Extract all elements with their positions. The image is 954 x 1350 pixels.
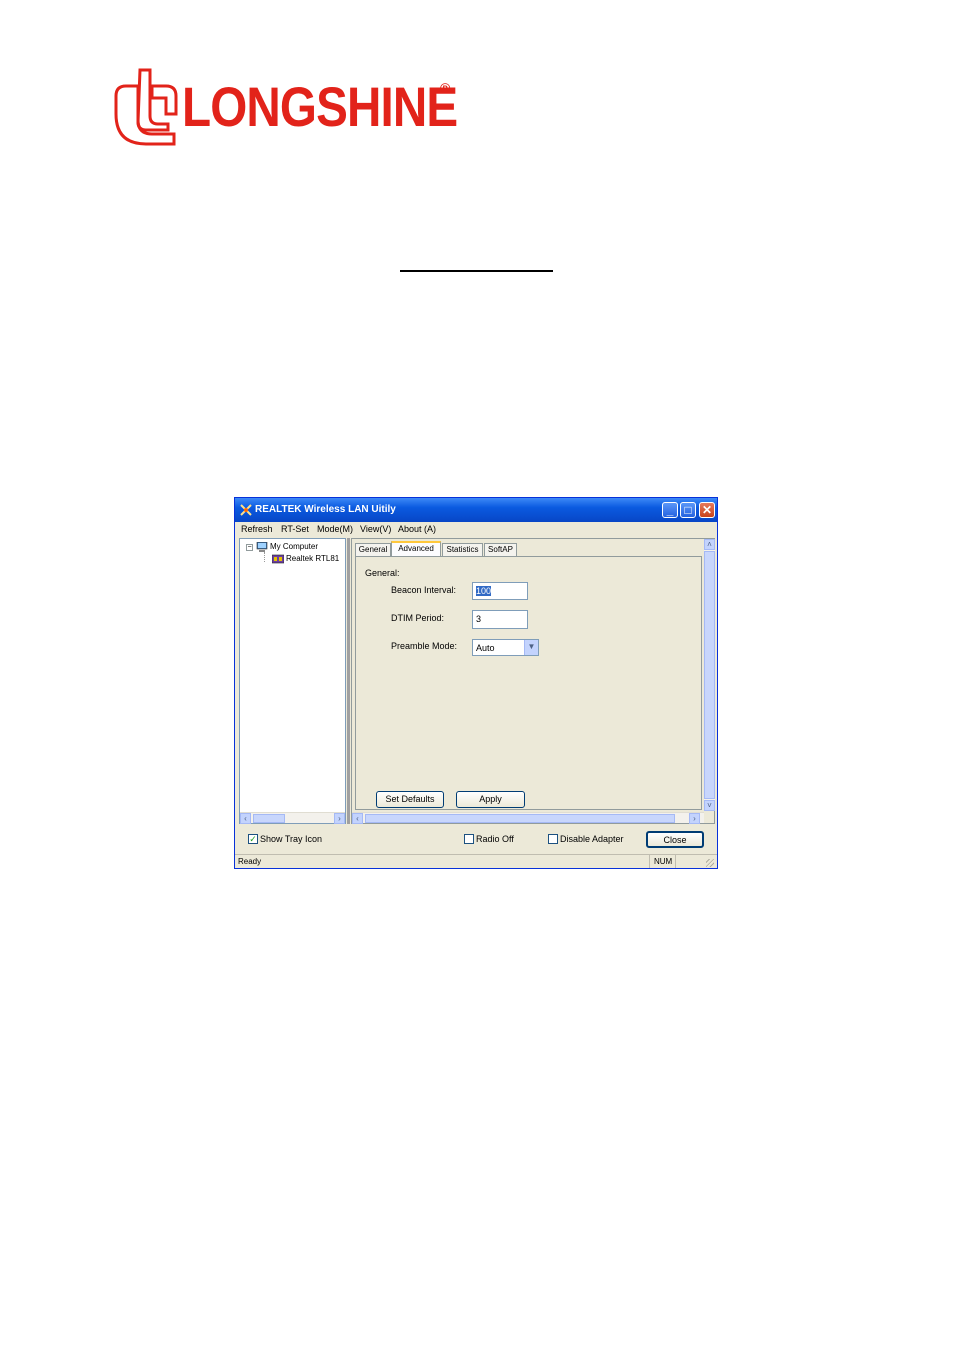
beacon-interval-value: 100 bbox=[476, 586, 492, 596]
menu-about[interactable]: About (A) bbox=[398, 524, 436, 534]
beacon-interval-input[interactable]: 100 bbox=[472, 582, 528, 600]
radio-off-label: Radio Off bbox=[476, 834, 514, 844]
beacon-interval-label: Beacon Interval: bbox=[391, 585, 457, 595]
panel-horizontal-scrollbar[interactable]: ‹ › bbox=[352, 812, 704, 824]
dtim-period-label: DTIM Period: bbox=[391, 613, 445, 623]
tree-collapse-toggle[interactable]: − bbox=[246, 544, 253, 551]
dtim-period-input[interactable]: 3 bbox=[472, 610, 528, 629]
general-group-label: General: bbox=[365, 568, 400, 578]
computer-icon bbox=[256, 542, 268, 552]
preamble-mode-select[interactable]: Auto ▼ bbox=[472, 639, 539, 656]
num-lock-label: NUM bbox=[654, 857, 673, 866]
close-window-button[interactable]: ✕ bbox=[699, 502, 715, 518]
tree-horizontal-scrollbar[interactable]: ‹ › bbox=[240, 812, 345, 824]
tab-softap[interactable]: SoftAP bbox=[484, 543, 517, 556]
apply-button[interactable]: Apply bbox=[456, 791, 525, 808]
window-title: REALTEK Wireless LAN Uitily bbox=[255, 504, 396, 515]
title-underline bbox=[400, 270, 553, 272]
tab-general[interactable]: General bbox=[355, 543, 391, 556]
scroll-up-icon[interactable]: ˄ bbox=[704, 539, 715, 550]
preamble-mode-label: Preamble Mode: bbox=[391, 641, 458, 651]
show-tray-icon-label: Show Tray Icon bbox=[260, 834, 323, 844]
set-defaults-button[interactable]: Set Defaults bbox=[376, 791, 444, 808]
longshine-logo-mark bbox=[114, 68, 178, 146]
maximize-icon: □ bbox=[684, 503, 692, 517]
tree-item-my-computer[interactable]: My Computer bbox=[270, 542, 318, 551]
scroll-right-icon[interactable]: › bbox=[334, 813, 345, 824]
device-tree: − My Computer Realtek RTL81 ‹ › bbox=[239, 538, 346, 824]
settings-pane: General Advanced Statistics SoftAP Gener… bbox=[351, 538, 715, 824]
num-lock-indicator: NUM bbox=[649, 855, 675, 868]
disable-adapter-label: Disable Adapter bbox=[560, 834, 624, 844]
status-cell-empty bbox=[675, 855, 701, 868]
status-text: Ready bbox=[238, 857, 262, 866]
brand-name: LONGSHINE bbox=[182, 75, 458, 138]
preamble-mode-value: Auto bbox=[476, 643, 495, 653]
utility-window: REALTEK Wireless LAN Uitily _ □ ✕ Refres… bbox=[234, 497, 718, 869]
scroll-left-icon[interactable]: ‹ bbox=[240, 813, 251, 824]
panel-hscroll-thumb[interactable] bbox=[365, 814, 675, 823]
advanced-panel: General: Beacon Interval: 100 DTIM Perio… bbox=[355, 556, 702, 810]
panel-scroll-right-icon[interactable]: › bbox=[689, 813, 700, 824]
longshine-logo: LONGSHINE ® bbox=[112, 64, 458, 148]
chevron-down-icon[interactable]: ▼ bbox=[524, 640, 538, 655]
checkmark-icon: ✓ bbox=[249, 834, 257, 844]
panel-scroll-left-icon[interactable]: ‹ bbox=[352, 813, 363, 824]
title-bar[interactable]: REALTEK Wireless LAN Uitily _ □ ✕ bbox=[235, 498, 717, 522]
close-icon: ✕ bbox=[701, 503, 713, 517]
panel-scroll-thumb[interactable] bbox=[704, 551, 715, 799]
menu-bar: Refresh RT-Set Mode(M) View(V) About (A) bbox=[235, 522, 717, 537]
resize-grip-icon[interactable] bbox=[706, 859, 714, 867]
minimize-icon: _ bbox=[666, 503, 674, 517]
status-bar: Ready NUM bbox=[235, 854, 717, 868]
registered-mark: ® bbox=[440, 80, 451, 96]
scroll-down-icon[interactable]: ˅ bbox=[704, 800, 715, 811]
tree-scroll-thumb[interactable] bbox=[253, 814, 285, 823]
app-icon bbox=[240, 504, 252, 516]
pane-splitter[interactable] bbox=[347, 538, 350, 824]
radio-off-checkbox[interactable] bbox=[464, 834, 474, 844]
dtim-period-value: 3 bbox=[476, 614, 482, 624]
close-button[interactable]: Close bbox=[646, 831, 704, 848]
menu-mode[interactable]: Mode(M) bbox=[317, 524, 353, 534]
minimize-button[interactable]: _ bbox=[662, 502, 678, 518]
tree-item-realtek-adapter[interactable]: Realtek RTL81 bbox=[286, 554, 344, 563]
network-adapter-icon bbox=[272, 554, 284, 564]
show-tray-icon-checkbox[interactable]: ✓ bbox=[248, 834, 258, 844]
menu-refresh[interactable]: Refresh bbox=[241, 524, 273, 534]
disable-adapter-checkbox[interactable] bbox=[548, 834, 558, 844]
tab-statistics[interactable]: Statistics bbox=[442, 543, 483, 556]
menu-view[interactable]: View(V) bbox=[360, 524, 391, 534]
maximize-button[interactable]: □ bbox=[680, 502, 696, 518]
menu-rt-set[interactable]: RT-Set bbox=[281, 524, 309, 534]
tree-branch-line bbox=[264, 552, 266, 562]
panel-vertical-scrollbar[interactable]: ˄ ˅ bbox=[704, 539, 715, 811]
tab-advanced[interactable]: Advanced bbox=[391, 541, 441, 557]
